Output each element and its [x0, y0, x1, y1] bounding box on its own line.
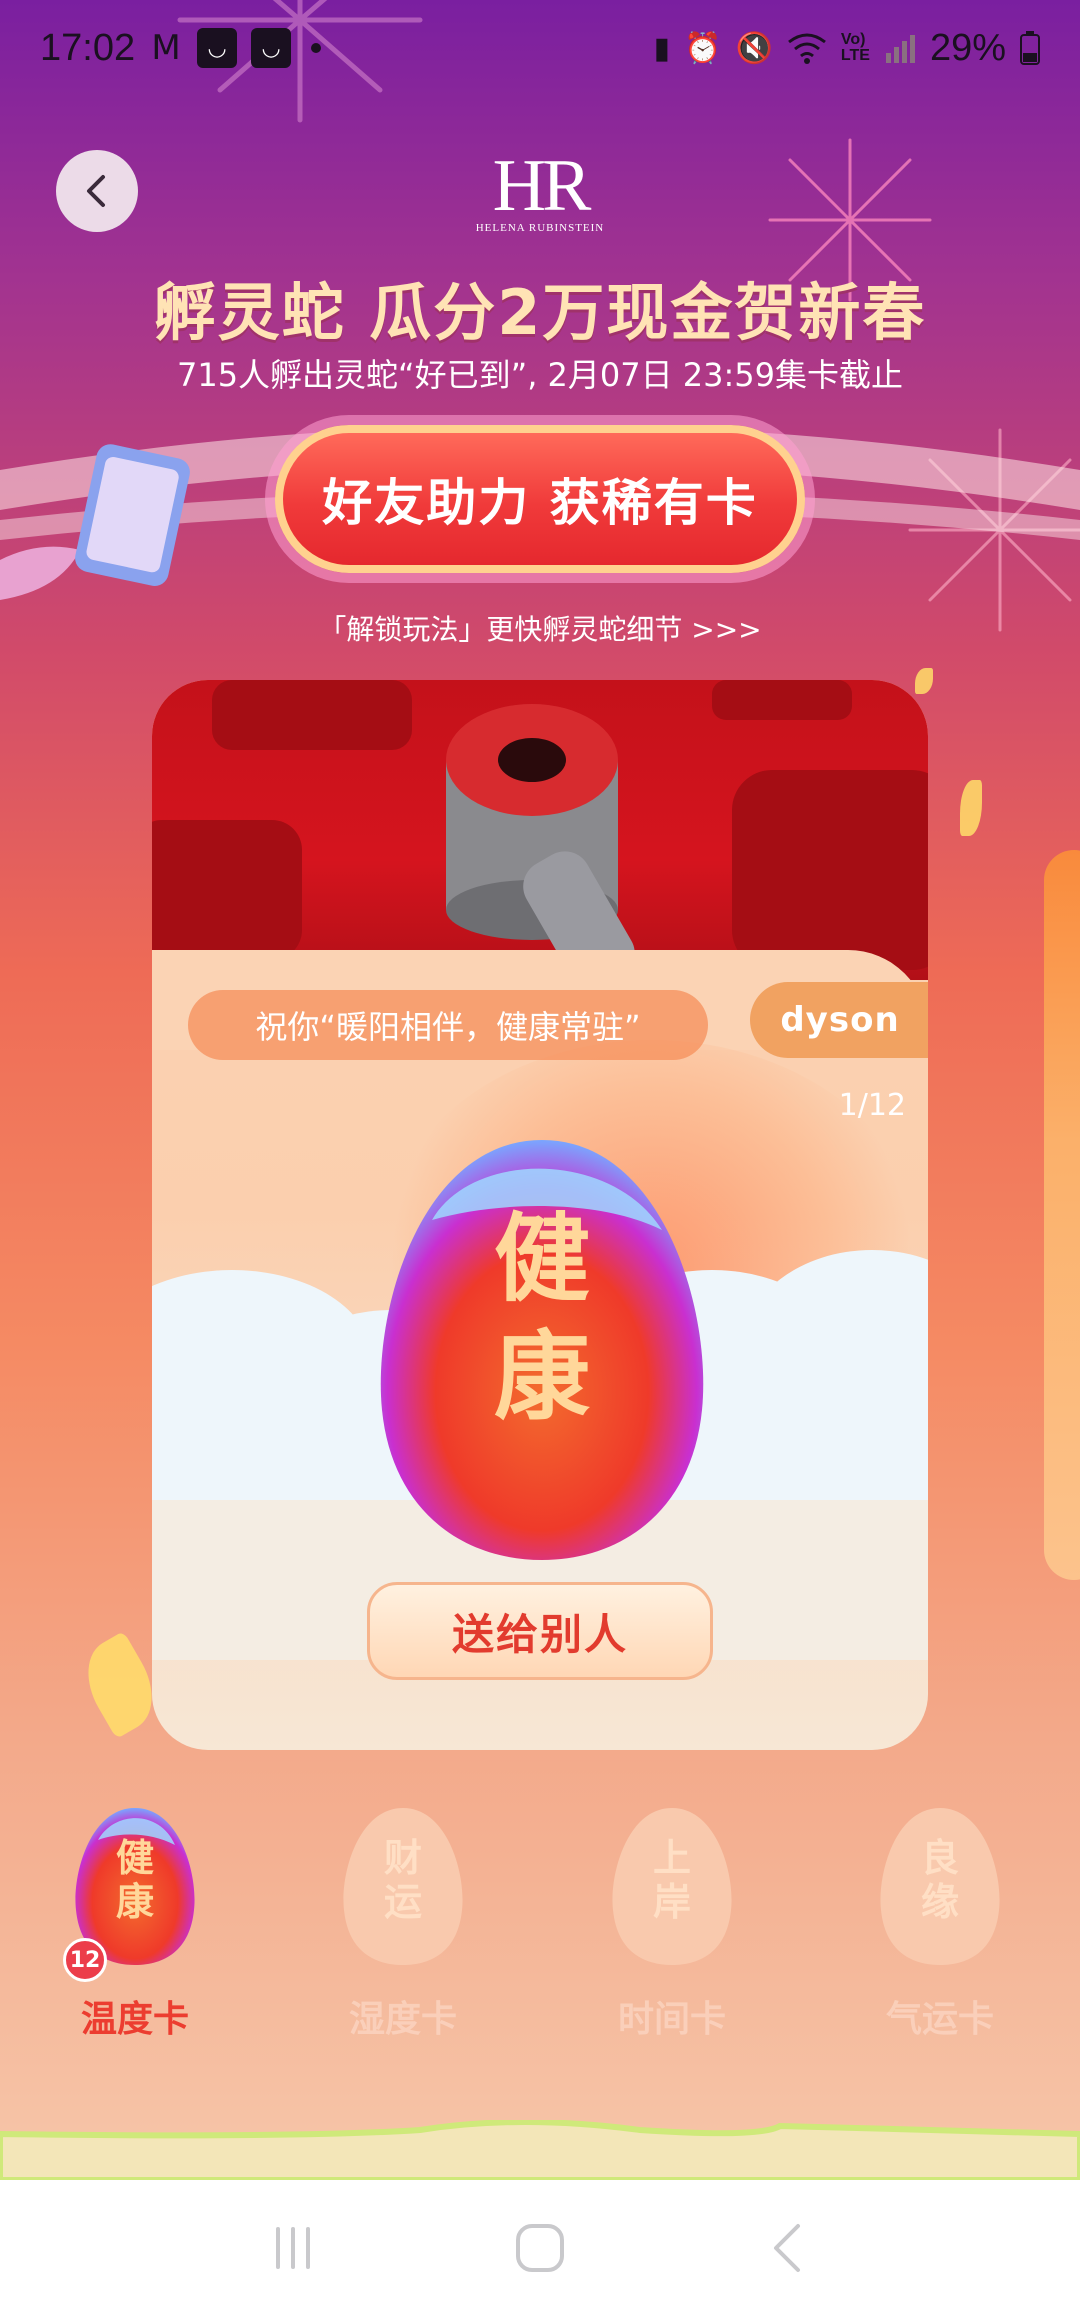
nav-back-button[interactable] [742, 2203, 832, 2293]
sponsor-tag: dyson [750, 982, 928, 1058]
back-button[interactable] [56, 150, 138, 232]
battery-icon [1020, 31, 1040, 65]
more-notifications-icon [311, 43, 322, 53]
home-icon [515, 2224, 564, 2272]
hill-decoration [0, 2120, 1080, 2180]
petal-decoration [960, 780, 982, 836]
friend-help-button[interactable]: 好友助力 获稀有卡 [275, 425, 805, 573]
egg-char: 良 缘 [920, 1835, 959, 1924]
phone-hand-decoration [0, 444, 190, 600]
home-button[interactable] [495, 2203, 585, 2293]
tab-humidity-card[interactable]: 财 运 湿度卡 [303, 1800, 503, 2060]
volte-icon: Vo) LTE [840, 31, 870, 64]
recent-apps-icon [276, 2227, 311, 2269]
app-icon: ◡ [251, 28, 292, 68]
alarm-icon: ⏰ [684, 31, 722, 65]
card-count-badge: 12 [63, 1938, 107, 1982]
gmail-icon: M [151, 28, 181, 68]
brand-mark: HR [492, 145, 592, 227]
tab-label: 湿度卡 [348, 1999, 457, 2040]
egg-char: 健 康 [115, 1835, 154, 1924]
system-nav-bar [0, 2180, 1080, 2316]
chevron-left-icon [87, 175, 105, 207]
signal-icon [885, 35, 915, 63]
egg-char: 财 运 [383, 1835, 422, 1924]
status-left: 17:02 M ◡ ◡ [40, 26, 322, 70]
back-arrow-icon [773, 2224, 800, 2272]
tab-time-card[interactable]: 上 岸 时间卡 [572, 1800, 772, 2060]
battery-percent: 29% [929, 26, 1006, 69]
brand-name: HELENA RUBINSTEIN [475, 222, 605, 234]
brand-logo: HR HELENA RUBINSTEIN [470, 145, 610, 242]
battery-saver-icon: ▮ [653, 31, 671, 65]
status-time: 17:02 [40, 26, 136, 69]
tab-fortune-card[interactable]: 良 缘 气运卡 [840, 1800, 1040, 2060]
health-egg-text: 健 康 [494, 1202, 590, 1433]
status-bar: 17:02 M ◡ ◡ ▮ ⏰ 🔇 Vo) LTE 29% [0, 0, 1080, 96]
tab-temperature-card[interactable]: 健 康 12 温度卡 [35, 1800, 235, 2060]
tab-label: 温度卡 [80, 1999, 189, 2040]
app-icon: ◡ [197, 28, 238, 68]
hair-dryer-image [152, 680, 928, 989]
page-subtitle: 715人孵出灵蛇“好已到”, 2月07日 23:59集卡截止 [176, 356, 904, 394]
unlock-gameplay-link[interactable]: 「解锁玩法」更快孵灵蛇细节 >>> [0, 608, 1080, 648]
screen: 17:02 M ◡ ◡ ▮ ⏰ 🔇 Vo) LTE 29% HR HELENA R… [0, 0, 1080, 2316]
page-title: 孵灵蛇 瓜分2万现金贺新春 [153, 276, 927, 349]
product-photo [152, 680, 928, 989]
next-card-peek[interactable] [1044, 850, 1080, 1580]
tab-label: 气运卡 [885, 1999, 994, 2040]
send-to-others-button[interactable]: 送给别人 [367, 1582, 713, 1680]
tab-label: 时间卡 [617, 1999, 726, 2040]
recent-apps-button[interactable] [248, 2203, 338, 2293]
wish-card: 祝你“暖阳相伴，健康常驻” dyson 1/12 健 康 送给别人 [152, 680, 928, 1750]
wifi-icon [787, 33, 826, 64]
status-right: ▮ ⏰ 🔇 Vo) LTE 29% [654, 27, 1040, 70]
card-type-tabs: 健 康 12 温度卡 财 运 湿度卡 上 岸 时间卡 良 缘 气运卡 [0, 1800, 1080, 2060]
egg-char: 上 岸 [652, 1835, 691, 1924]
mute-icon: 🔇 [735, 31, 773, 65]
